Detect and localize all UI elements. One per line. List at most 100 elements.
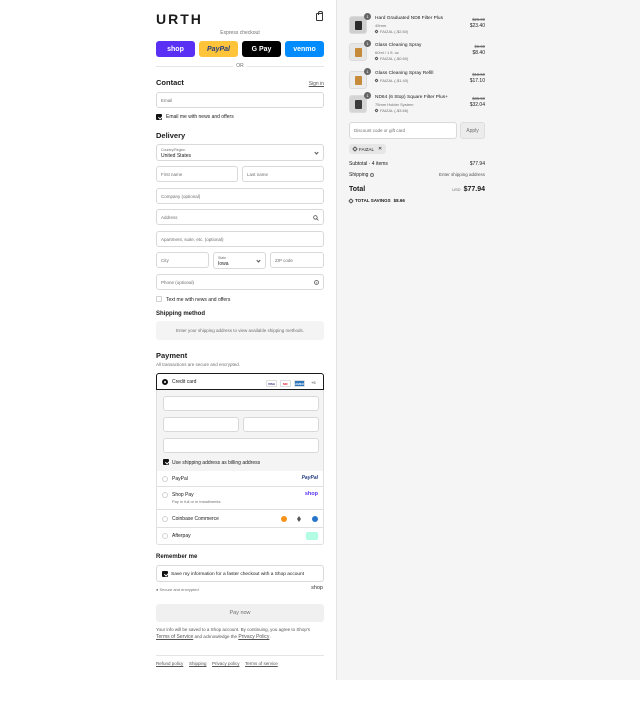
terms-of-service-link[interactable]: Terms of service [245, 661, 278, 666]
news-checkbox[interactable] [156, 114, 162, 120]
paypal-option[interactable]: PayPal PayPal [156, 471, 324, 487]
disclaimer-end: . [269, 634, 271, 639]
apply-label: Apply [466, 128, 479, 134]
credit-card-radio[interactable] [162, 379, 168, 385]
tag-icon [348, 197, 354, 204]
text-label: Text me with news and offers [166, 297, 231, 303]
venmo-express-button[interactable]: venmo [285, 41, 324, 57]
sale-price: $17.10 [469, 78, 485, 84]
usdc-icon [312, 516, 318, 522]
chevron-down-icon [256, 258, 261, 263]
coinbase-option[interactable]: Coinbase Commerce [156, 510, 324, 528]
secure-text: Secure and encrypted [159, 587, 199, 592]
zip-field[interactable]: ZIP code [270, 252, 324, 268]
disclaimer-and: and acknowledge the [194, 634, 238, 639]
original-price: $18.50 [472, 72, 485, 77]
city-field[interactable]: City [156, 252, 209, 268]
text-checkbox[interactable] [156, 296, 162, 302]
help-icon[interactable]: ? [314, 280, 319, 285]
country-select[interactable]: Country/Region United States [156, 144, 324, 161]
remove-icon[interactable]: ✕ [378, 146, 382, 152]
refund-policy-link[interactable]: Refund policy [156, 661, 183, 666]
google-pay-express-button[interactable]: G Pay [242, 41, 281, 57]
shipping-summary-text: Shipping [349, 172, 369, 178]
product-discount-text: FAIZAL (-$2.60) [380, 29, 409, 34]
paypal-express-button[interactable]: PayPal [199, 41, 238, 57]
discount-tag-code: FAIZAL [359, 146, 375, 152]
shop-pay-option[interactable]: Shop Pay Pay in full or in installments … [156, 487, 324, 510]
express-checkout-title: Express checkout [220, 30, 260, 36]
order-item: 1 Glass Cleaning Spray 60ml / 1 fl. oz FAIZ… [349, 40, 485, 66]
total-label: Total [349, 186, 366, 193]
payment-subtitle: All transactions are secure and encrypte… [156, 362, 241, 367]
original-price: $9.00 [474, 44, 485, 49]
state-select[interactable]: State Iowa [213, 252, 266, 269]
quantity-badge: 1 [364, 68, 371, 75]
first-name-field[interactable]: First name [156, 166, 238, 182]
address-field[interactable]: Address [156, 209, 324, 225]
shipping-link[interactable]: Shipping [189, 661, 207, 666]
apply-button[interactable]: Apply [460, 122, 485, 139]
delivery-heading: Delivery [156, 131, 186, 140]
last-name-field[interactable]: Last name [242, 166, 324, 182]
afterpay-radio[interactable] [162, 533, 168, 539]
product-name: Glass Cleaning Spray [375, 43, 422, 48]
phone-placeholder: Phone (optional) [161, 280, 195, 285]
pay-now-button[interactable]: Pay now [156, 604, 324, 622]
order-item: 1 Glass Cleaning Spray Refill FAIZAL (-$1.… [349, 68, 485, 94]
email-field[interactable]: Email [156, 92, 324, 108]
tag-icon [352, 146, 358, 152]
zip-placeholder: ZIP code [275, 258, 293, 263]
coinbase-label: Coinbase Commerce [172, 516, 219, 522]
shipping-summary-label: Shipping ? [349, 172, 374, 178]
afterpay-logo-icon [306, 532, 318, 540]
shop-pay-logo: shop [304, 491, 318, 497]
save-info-checkbox[interactable] [162, 571, 168, 577]
email-placeholder: Email [161, 98, 173, 103]
save-info-box: Save my information for a faster checkou… [156, 565, 324, 582]
sign-in-link[interactable]: Sign in [309, 81, 324, 87]
shop-pay-radio[interactable] [162, 492, 168, 498]
paypal-radio[interactable] [162, 476, 168, 482]
shopping-bag-icon[interactable] [316, 11, 323, 21]
billing-checkbox[interactable] [163, 459, 169, 465]
country-label: Country/Region [161, 148, 186, 152]
apartment-placeholder: Apartment, suite, etc. (optional) [161, 237, 224, 242]
coinbase-radio[interactable] [162, 516, 168, 522]
security-code-field[interactable] [243, 417, 319, 432]
product-discount: FAIZAL (-$2.60) [374, 29, 409, 34]
privacy-link[interactable]: Privacy Policy [238, 634, 269, 640]
privacy-policy-link[interactable]: Privacy policy [212, 661, 240, 666]
credit-card-option[interactable]: Credit card VISA MC AMEX +5 [156, 373, 324, 390]
product-discount-text: FAIZAL (-$1.40) [380, 78, 409, 83]
shipping-notice-text: Enter your shipping address to view avai… [175, 328, 305, 333]
last-name-placeholder: Last name [247, 172, 269, 177]
product-variant: 49mm [375, 23, 387, 28]
afterpay-option[interactable]: Afterpay [156, 528, 324, 545]
shop-pay-express-button[interactable]: shop [156, 41, 195, 57]
apartment-field[interactable]: Apartment, suite, etc. (optional) [156, 231, 324, 247]
help-icon[interactable]: ? [369, 172, 374, 177]
mastercard-icon: MC [280, 380, 291, 387]
amex-icon: AMEX [294, 380, 305, 387]
footer-divider [156, 655, 324, 656]
save-info-label: Save my information for a faster checkou… [171, 572, 305, 577]
express-button-label: venmo [293, 45, 316, 53]
tag-icon [374, 56, 379, 61]
card-number-field[interactable] [163, 396, 319, 411]
news-label: Email me with news and offers [166, 114, 234, 120]
product-discount: FAIZAL (-$1.40) [374, 78, 409, 83]
state-label: State [218, 256, 227, 260]
brand-logo[interactable]: URTH [156, 11, 203, 27]
company-field[interactable]: Company (optional) [156, 188, 324, 204]
order-item: 1 Hard Graduated ND8 Filter Plus 49mm FAIZA… [349, 13, 485, 39]
address-placeholder: Address [161, 215, 178, 220]
terms-link[interactable]: Terms of Service [156, 634, 193, 640]
name-on-card-field[interactable] [163, 438, 319, 453]
phone-field[interactable]: Phone (optional) ? [156, 274, 324, 290]
product-discount: FAIZAL (-$3.66) [374, 108, 408, 113]
discount-field[interactable]: Discount code or gift card [349, 122, 457, 139]
disclaimer-text: Your info will be saved to a Shop accoun… [156, 627, 311, 632]
original-price: $25.00 [472, 17, 485, 22]
expiry-field[interactable] [163, 417, 239, 432]
